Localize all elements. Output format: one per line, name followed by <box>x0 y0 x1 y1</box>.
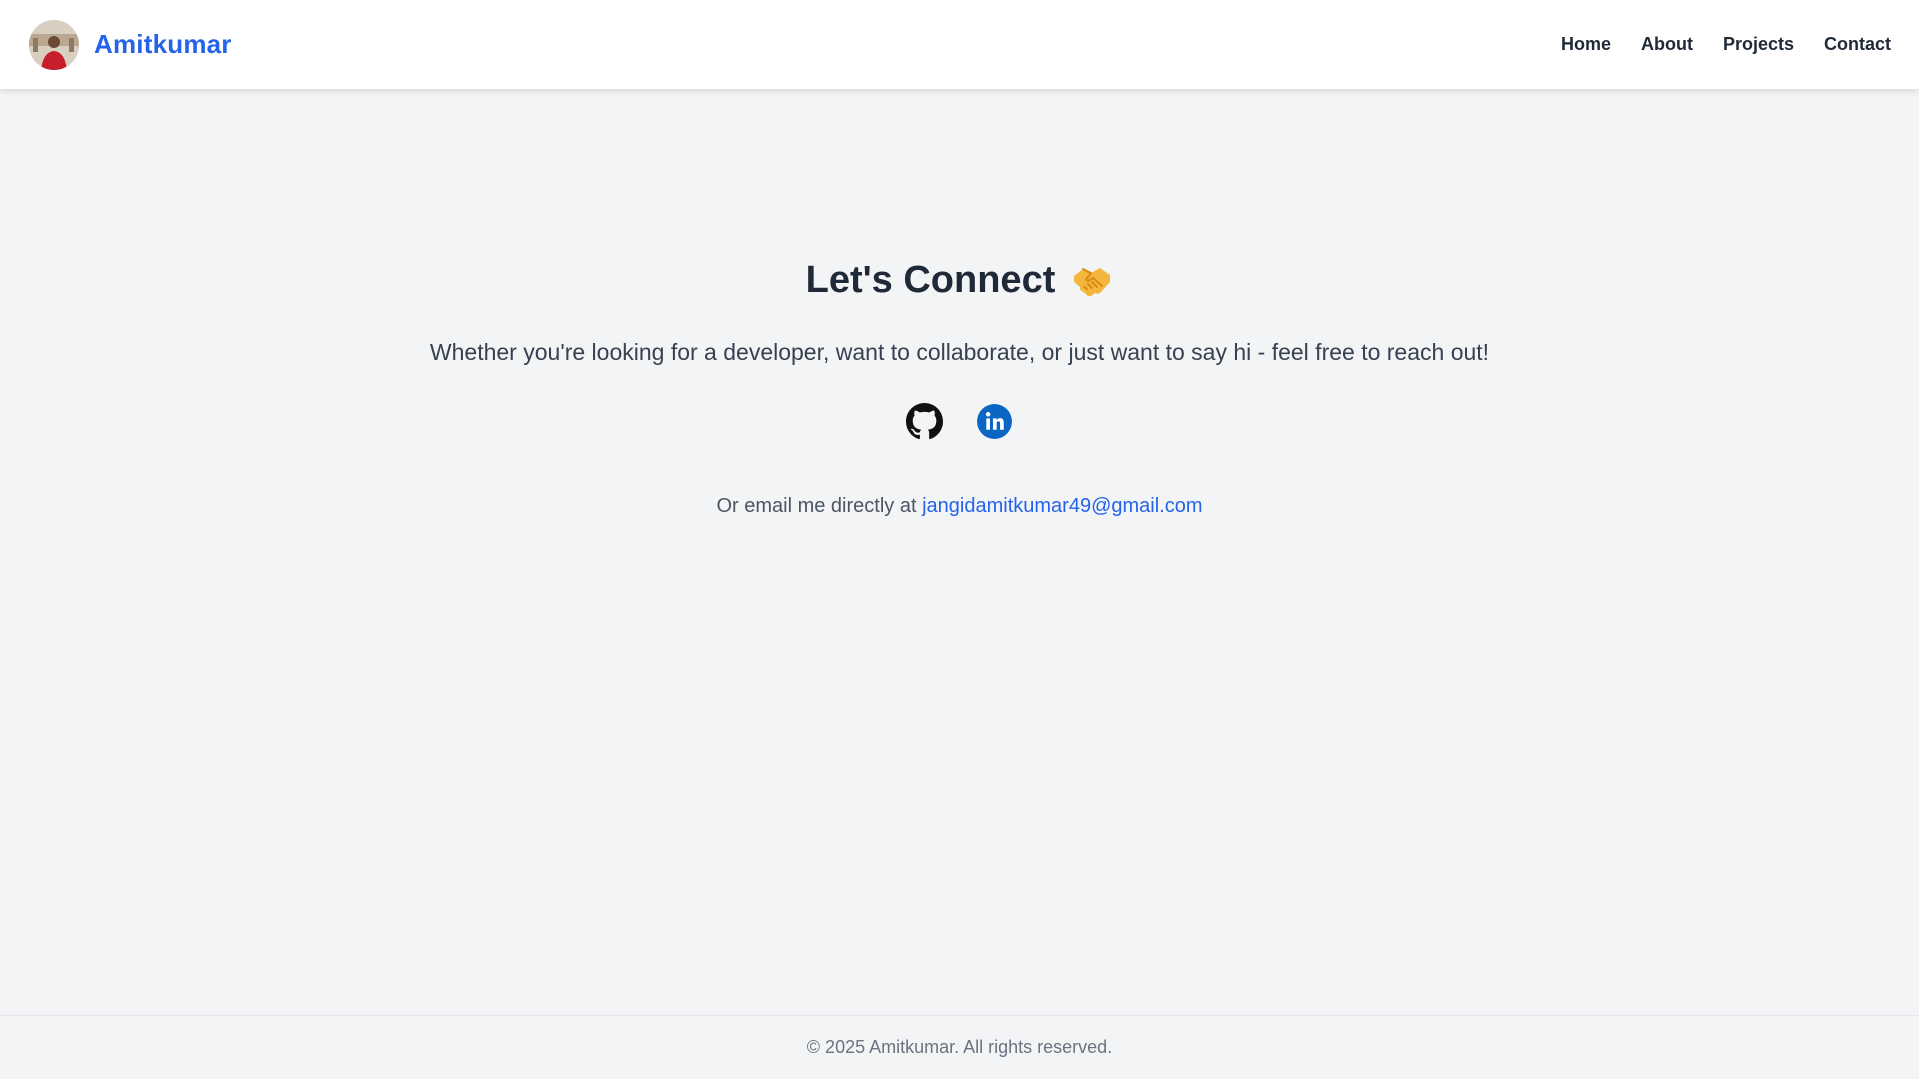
handshake-icon <box>1071 260 1113 302</box>
page: Amitkumar Home About Projects Contact Le… <box>0 0 1919 1079</box>
linkedin-icon <box>976 404 1013 444</box>
title-row: Let's Connect <box>0 259 1919 302</box>
avatar <box>29 19 79 70</box>
page-title: Let's Connect <box>805 259 1056 301</box>
footer: © 2025 Amitkumar. All rights reserved. <box>0 1015 1919 1079</box>
brand-link[interactable]: Amitkumar <box>29 19 232 70</box>
email-line: Or email me directly at jangidamitkumar4… <box>0 495 1919 518</box>
nav-home[interactable]: Home <box>1561 34 1611 55</box>
contact-section: Let's Connect Whether you're looking for… <box>0 89 1919 1015</box>
linkedin-link[interactable] <box>976 403 1013 440</box>
email-prefix: Or email me directly at <box>716 495 917 517</box>
footer-copyright: © 2025 Amitkumar. All rights reserved. <box>806 1037 1113 1057</box>
nav-contact[interactable]: Contact <box>1824 34 1891 55</box>
contact-subtitle: Whether you're looking for a developer, … <box>429 339 1490 365</box>
brand-name: Amitkumar <box>94 29 232 59</box>
github-link[interactable] <box>906 403 943 440</box>
nav-links: Home About Projects Contact <box>1561 34 1891 55</box>
navbar: Amitkumar Home About Projects Contact <box>0 0 1919 89</box>
nav-projects[interactable]: Projects <box>1723 34 1794 55</box>
email-link[interactable]: jangidamitkumar49@gmail.com <box>922 495 1202 517</box>
social-links <box>0 403 1919 440</box>
nav-about[interactable]: About <box>1641 34 1693 55</box>
github-icon <box>906 403 943 444</box>
